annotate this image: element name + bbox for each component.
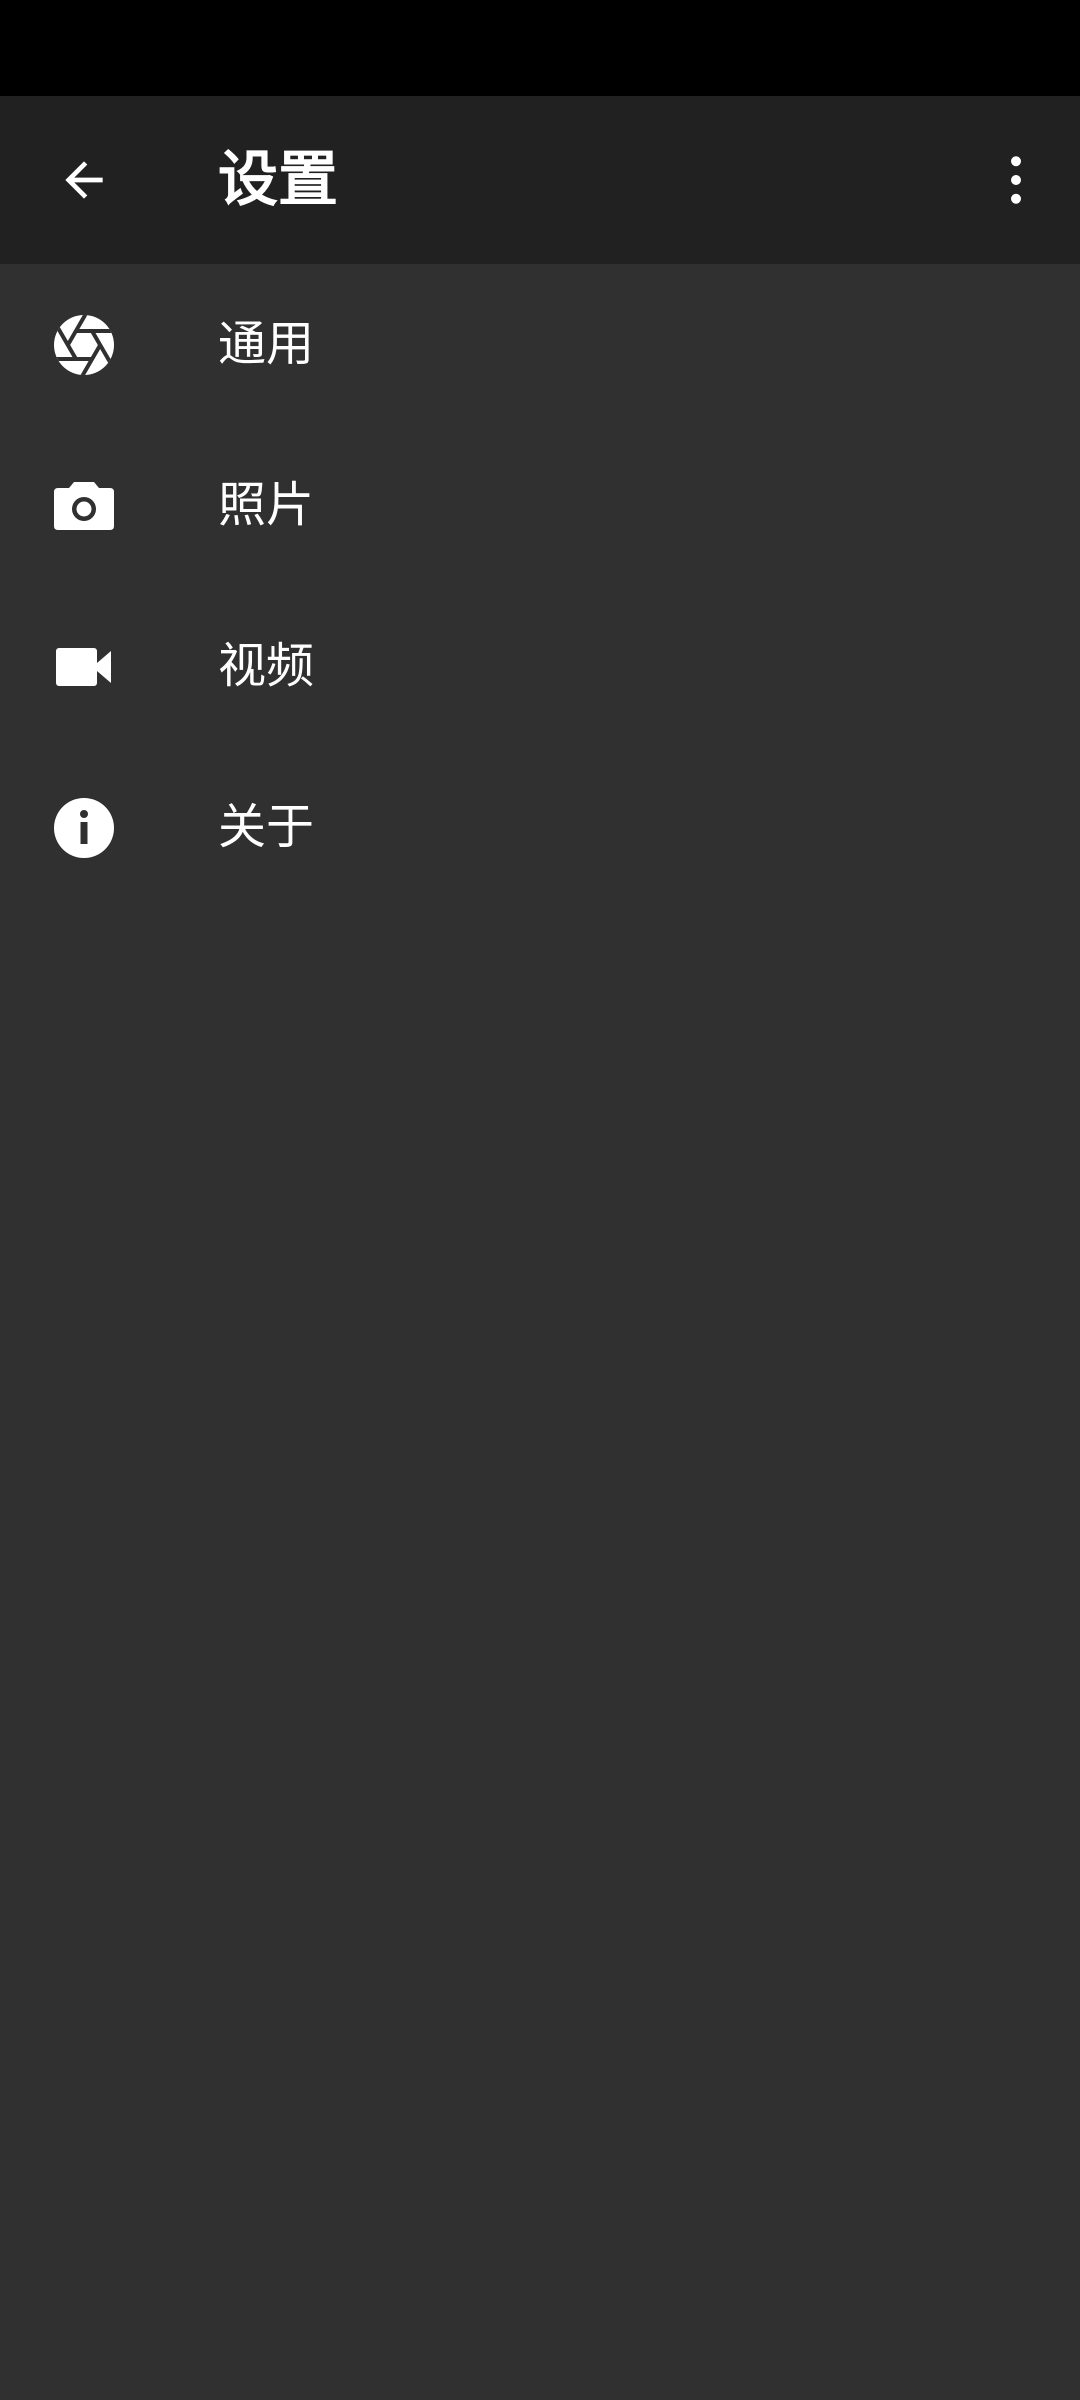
settings-item-label: 照片: [218, 477, 315, 533]
settings-item-about[interactable]: 关于: [0, 747, 1080, 908]
settings-list: 通用 照片 视频 关于: [0, 264, 1080, 908]
status-bar: [0, 0, 1080, 96]
settings-item-label: 关于: [218, 799, 315, 855]
settings-item-label: 视频: [218, 638, 315, 694]
back-button[interactable]: [34, 130, 134, 230]
aperture-icon: [52, 313, 116, 377]
settings-item-general[interactable]: 通用: [0, 264, 1080, 425]
settings-item-label: 通用: [218, 316, 315, 372]
more-vert-icon: [1011, 156, 1021, 204]
settings-item-video[interactable]: 视频: [0, 586, 1080, 747]
camera-icon: [52, 474, 116, 538]
more-options-button[interactable]: [966, 130, 1066, 230]
settings-item-photo[interactable]: 照片: [0, 425, 1080, 586]
arrow-back-icon: [65, 161, 103, 199]
videocam-icon: [52, 635, 116, 699]
info-icon: [52, 796, 116, 860]
page-title: 设置: [218, 145, 338, 215]
app-bar: 设置: [0, 96, 1080, 264]
